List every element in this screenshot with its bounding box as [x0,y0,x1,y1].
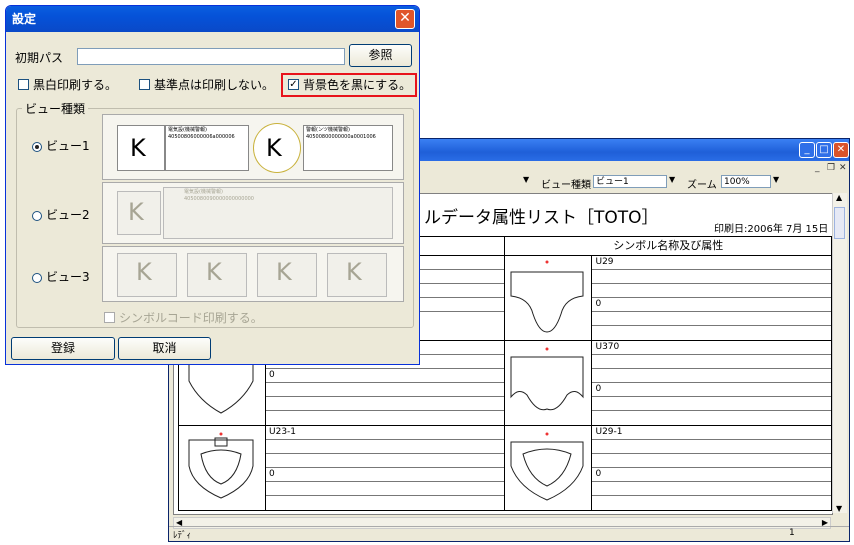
preview-text: 警報(ンツ機械警報) [306,127,350,133]
initial-path-input[interactable] [77,48,345,65]
scroll-down-icon[interactable]: ▼ [836,504,842,513]
minimize-icon[interactable]: _ [799,142,815,158]
black-background-label: 背景色を黒にする。 [303,78,412,92]
settings-dialog: 設定 ✕ 初期パス 参照 黒白印刷する。 基準点は印刷しない。 ✓ 背景色を黒に… [5,5,420,365]
k-symbol: K [276,258,292,286]
preview-text: 40500800000000a0001006 [306,134,376,140]
status-page: 1 [789,528,795,538]
symbol-attr: 0 [266,369,505,383]
dialog-title: 設定 [12,12,37,26]
symbol-attr: 0 [266,468,505,482]
symbol-attr: 0 [592,298,831,312]
symbol-shape [510,347,584,411]
view2-label: ビュー2 [46,208,90,222]
close-icon[interactable]: ✕ [833,142,849,158]
chevron-down-icon[interactable]: ▼ [669,175,675,184]
symbol-shape [510,432,584,501]
view2-preview[interactable]: K 電気設(機械警報) 4050080090000000000000 [102,182,404,244]
view3-radio[interactable] [32,273,42,283]
view1-preview[interactable]: K 電気設(機械警報) 40500806000006a000006 K 警報(ン… [102,114,404,180]
view3-preview[interactable]: K K K K [102,246,404,302]
scroll-up-icon[interactable]: ▲ [836,193,842,202]
symbol-shape [188,432,254,499]
symbol-shape [510,260,584,333]
preview-text: 電気設(機械警報) [184,189,223,195]
scroll-thumb[interactable] [834,207,845,239]
black-background-checkbox[interactable]: ✓ [288,79,299,90]
register-button[interactable]: 登録 [11,337,115,360]
k-symbol: K [128,198,144,226]
reference-point-label: 基準点は印刷しない。 [154,78,275,92]
symbol-code: U370 [592,341,831,355]
preview-text: 40500806000006a000006 [168,134,235,140]
maximize-icon[interactable]: □ [816,142,832,158]
k-symbol: K [266,134,282,162]
k-symbol: K [130,134,146,162]
symbol-attr: 0 [592,468,831,482]
browse-button[interactable]: 参照 [349,44,412,67]
symbol-attr: 0 [592,383,831,397]
print-date: 印刷日:2006年 7月 15日 [714,224,829,235]
mdi-restore-icon[interactable]: ❐ [827,163,835,173]
close-icon[interactable]: ✕ [395,9,415,29]
symbol-code: U29 [592,256,831,270]
dialog-titlebar[interactable]: 設定 ✕ [6,6,419,32]
view-type-group-label: ビュー種類 [22,100,89,117]
k-symbol: K [136,258,152,286]
chevron-down-icon[interactable]: ▼ [773,175,779,184]
k-symbol: K [206,258,222,286]
preview-text: 電気設(機械警報) [168,127,207,133]
view1-radio[interactable] [32,142,42,152]
cancel-button[interactable]: 取消 [118,337,211,360]
view1-label: ビュー1 [46,139,90,153]
status-text: ﾚﾃﾞｨ [173,531,192,541]
preview-text: 4050080090000000000000 [184,196,254,202]
dropdown-arrow-icon[interactable]: ▼ [523,175,529,184]
zoom-select[interactable]: 100% [721,175,771,188]
vertical-scrollbar[interactable]: ▲ ▼ [832,193,847,513]
table-row: U23-1 0 U29-1 0 [177,425,832,511]
symbol-code: U23-1 [266,426,505,440]
mdi-minimize-icon[interactable]: _ [815,163,820,173]
symbol-code: U29-1 [592,426,831,440]
view-type-select[interactable]: ビュー1 [593,175,667,188]
bw-print-label: 黒白印刷する。 [33,78,118,92]
path-label: 初期パス [15,51,64,65]
bw-print-checkbox[interactable] [18,79,29,90]
status-bar: ﾚﾃﾞｨ 1 [169,526,849,541]
symbol-code-checkbox[interactable] [104,312,115,323]
zoom-label: ズーム [687,180,717,191]
view-type-label: ビュー種類 [541,180,591,191]
view2-radio[interactable] [32,211,42,221]
reference-point-checkbox[interactable] [139,79,150,90]
table-header-right: シンボル名称及び属性 [504,236,832,256]
document-title: ルデータ属性リスト［TOTO］ [424,208,659,228]
view3-label: ビュー3 [46,270,90,284]
k-symbol: K [346,258,362,286]
mdi-close-icon[interactable]: ✕ [839,163,847,173]
symbol-code-label: シンボルコード印刷する。 [119,311,263,325]
